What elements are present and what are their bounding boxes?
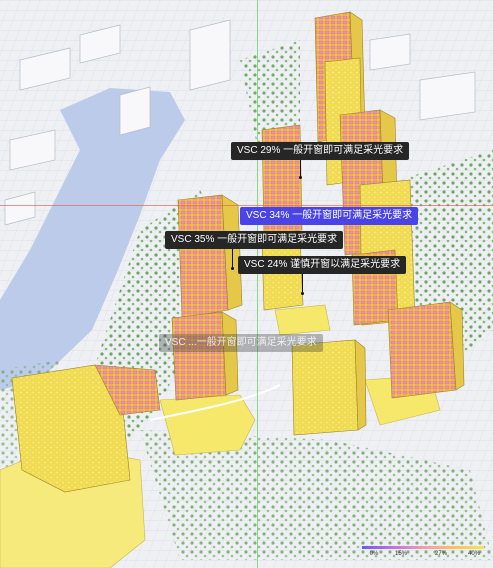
podium-center: [159, 394, 256, 456]
tooltip-4-leader: [302, 274, 303, 292]
podium-mid: [274, 304, 331, 336]
vsc-tooltip-4[interactable]: VSC 24% 谨慎开窗以满足采光要求: [238, 256, 407, 274]
vsc-legend: 0% 15% 27% 40%: [362, 544, 484, 562]
legend-label-3: 27%: [434, 551, 448, 557]
legend-label-0: 0%: [369, 551, 379, 557]
vsc-tooltip-5[interactable]: VSC ...一般开窗即可满足采光要求: [159, 334, 323, 352]
tooltip-4-pin: [301, 292, 304, 295]
tower-southeast[interactable]: [387, 301, 465, 399]
scene-canvas[interactable]: [0, 0, 493, 568]
vsc-tooltip-1[interactable]: VSC 29% 一般开窗即可满足采光要求: [231, 142, 410, 160]
tower-south-center[interactable]: [291, 339, 367, 436]
axis-line-horizontal: [0, 205, 493, 206]
tooltip-1-pin: [299, 176, 302, 179]
tooltip-3-leader: [232, 249, 233, 267]
tooltip-3-pin: [231, 267, 234, 270]
3d-viewport[interactable]: VSC 29% 一般开窗即可满足采光要求 VSC 34% 一般开窗即可满足采光要…: [0, 0, 493, 568]
tower-southwest[interactable]: [171, 311, 239, 401]
tower-east[interactable]: [351, 179, 416, 326]
vsc-tooltip-3[interactable]: VSC 35% 一般开窗即可满足采光要求: [165, 231, 344, 249]
legend-label-1: 15%: [394, 551, 408, 557]
axis-line-vertical: [257, 0, 258, 568]
vsc-tooltip-2[interactable]: VSC 34% 一般开窗即可满足采光要求: [240, 207, 419, 225]
legend-label-4: 40%: [467, 551, 481, 557]
legend-gradient: [362, 546, 484, 549]
tooltip-1-leader: [300, 160, 301, 176]
